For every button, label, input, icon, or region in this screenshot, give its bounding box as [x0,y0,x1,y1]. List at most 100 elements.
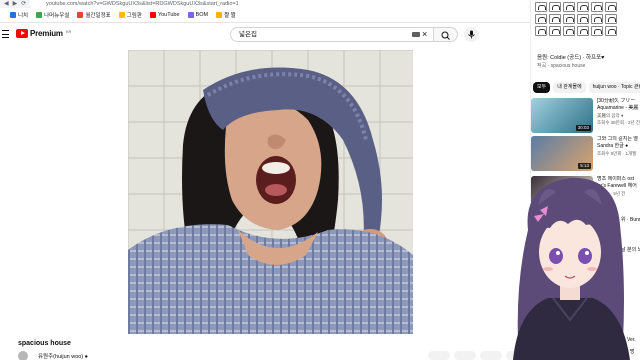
emote-icon [605,2,617,12]
filter-chip[interactable]: huijun woo · Topic 관련 [588,82,640,93]
emote-icon [577,2,589,12]
bookmark-favicon-icon [77,12,84,18]
emote-icon [605,26,617,36]
emote-icon [591,26,603,36]
bookmark-label: 월간일정표 [85,13,111,19]
recommendation-sub: Sandra 한글 ● [597,143,629,149]
music-info: 음원: Coldie (공드) · 하프포♥ 작곡 · spacious hou… [537,54,604,70]
keyboard-icon[interactable] [412,32,420,37]
recommendation-item[interactable]: 5:13 그와 그의 길지는 열 Sandra 한글 ● 조회수 9만회 · 1개월 [531,136,640,172]
search-input[interactable]: 넓은집 [230,27,434,42]
recommendation-stats: 조회수 9만회 · 1개월 [597,151,637,156]
filter-chip[interactable]: 내 관계몰에 [553,82,586,93]
video-player[interactable] [0,47,530,336]
recommendation-text: 위 · Bunny C [621,217,640,223]
recommendation-sub: Aquamarine - 美麗 [597,105,639,111]
emote-icon [591,14,603,24]
bookmark-favicon-icon [118,12,125,18]
browser-nav-buttons[interactable]: ◀ ▶ ⟳ [0,0,28,8]
recommendation-title: 명조 에이퍼스 ost [597,176,635,182]
emote-icon [549,14,561,24]
logo-region: KR [65,28,72,34]
like-button[interactable] [428,351,450,360]
bookmark-label: 짤 짤 [224,13,236,19]
emote-icon [535,26,547,36]
forward-icon[interactable]: ▶ [13,0,18,8]
emote-icon [563,2,575,12]
emote-icon [605,14,617,24]
emote-icon [535,2,547,12]
recommendation-item[interactable]: 명조 에이퍼스 ost jar's Farewell 헤어조회수 · 5년 전 [531,176,640,212]
search-button[interactable] [434,27,458,42]
recommendation-item[interactable]: 30:03 [30分耐久 フリー Aquamarine - 美麗 美麗의 음악 ● 조회… [531,98,640,134]
music-line-2: 작곡 · spacious house [537,63,586,69]
url-field[interactable]: youtube.com/watch?v=GWDSkguUX3s&list=RDG… [30,0,530,8]
reload-icon[interactable]: ⟳ [21,0,26,8]
bookmark-favicon-icon [187,12,194,18]
download-button[interactable] [480,351,502,360]
recommendation-text: 로 Ver. [621,337,636,343]
channel-name[interactable]: 유원주(huijun woo) ● [38,352,88,360]
screen: { "browser": { "url": "youtube.com/watch… [0,0,640,360]
bookmark-favicon-icon [216,12,223,18]
share-button[interactable] [454,351,476,360]
emote-icon [577,14,589,24]
voice-search-button[interactable] [464,27,479,42]
recommendation-thumbnail[interactable]: 30:03 [531,98,593,133]
youtube-header: Premium KR 넓은집 × [0,23,530,47]
bookmark-item[interactable]: 그림판 [118,11,142,19]
filter-chip[interactable]: 모두 [533,82,551,93]
recommendation-meta: [30分耐久 フリー Aquamarine - 美麗 美麗의 음악 ● 조회수 38만… [597,98,640,126]
recommendation-meta: 그와 그의 길지는 열 Sandra 한글 ● 조회수 9만회 · 1개월 [597,136,640,157]
emote-icon [563,14,575,24]
recommendation-channel: 美麗의 음악 ● [597,113,624,118]
bookmark-label: BOM [195,12,209,18]
recommendation-title: [30分耐久 フリー [597,98,636,104]
album-art-image [128,50,413,334]
bookmark-label: 니치 [18,13,29,19]
youtube-logo[interactable]: Premium KR [16,29,71,38]
channel-avatar[interactable] [18,351,28,360]
bookmark-label: 그림판 [126,13,142,19]
bookmark-item[interactable]: 월간일정표 [77,11,111,19]
recommendation-title: 그와 그의 길지는 열 [597,136,638,142]
emote-icon [549,26,561,36]
clear-search-icon[interactable]: × [422,28,427,40]
bookmark-favicon-icon [36,12,43,18]
duration-badge: 30:03 [575,125,591,131]
recommendation-stats: 조회수 38만회 · 2년 전 [597,120,640,125]
emote-icon [535,14,547,24]
search-icon [441,31,450,40]
album-art [128,50,413,334]
emote-icon [563,26,575,36]
bookmark-favicon-icon [149,12,156,18]
recommendation-stats: 조회수 · 5년 전 [597,191,626,196]
recommendation-thumbnail[interactable] [531,176,593,211]
recommendation-sub: jar's Farewell 헤어 [597,183,637,189]
bookmark-item[interactable]: 나머뉴우설 [36,11,69,19]
right-sidebar: 음원: Coldie (공드) · 하프포♥ 작곡 · spacious hou… [530,0,640,360]
recommendation-text: 날 분의 노래 [621,247,640,253]
duration-badge: 5:13 [578,163,591,169]
recommendation-meta: 명조 에이퍼스 ost jar's Farewell 헤어조회수 · 5년 전 [597,176,640,197]
recommendation-text: 2천 명 [621,349,635,355]
emote-icon [591,2,603,12]
logo-text: Premium [30,29,63,38]
bookmark-item[interactable]: YouTube [149,12,180,18]
youtube-logo-icon [16,29,28,38]
more-button[interactable] [506,351,528,360]
back-icon[interactable]: ◀ [4,0,9,8]
microphone-icon [468,30,475,39]
emote-grid [535,2,621,46]
bookmark-item[interactable]: 니치 [10,11,28,19]
bookmark-item[interactable]: BOM [187,12,209,18]
recommendation-thumbnail[interactable]: 5:13 [531,136,593,171]
hamburger-menu-icon[interactable] [2,29,10,39]
music-line-1: 음원: Coldie (공드) · 하프포♥ [537,55,605,61]
bookmark-favicon-icon [10,12,16,18]
emote-icon [577,26,589,36]
bookmark-label: 나머뉴우설 [44,13,70,19]
bookmarks-bar: 니치 나머뉴우설 월간일정표 그림판 YouTube BOM 짤 짤 [0,8,530,23]
filter-chips: 모두 내 관계몰에 huijun woo · Topic 관련 [533,82,640,93]
bookmark-item[interactable]: 짤 짤 [216,11,236,19]
